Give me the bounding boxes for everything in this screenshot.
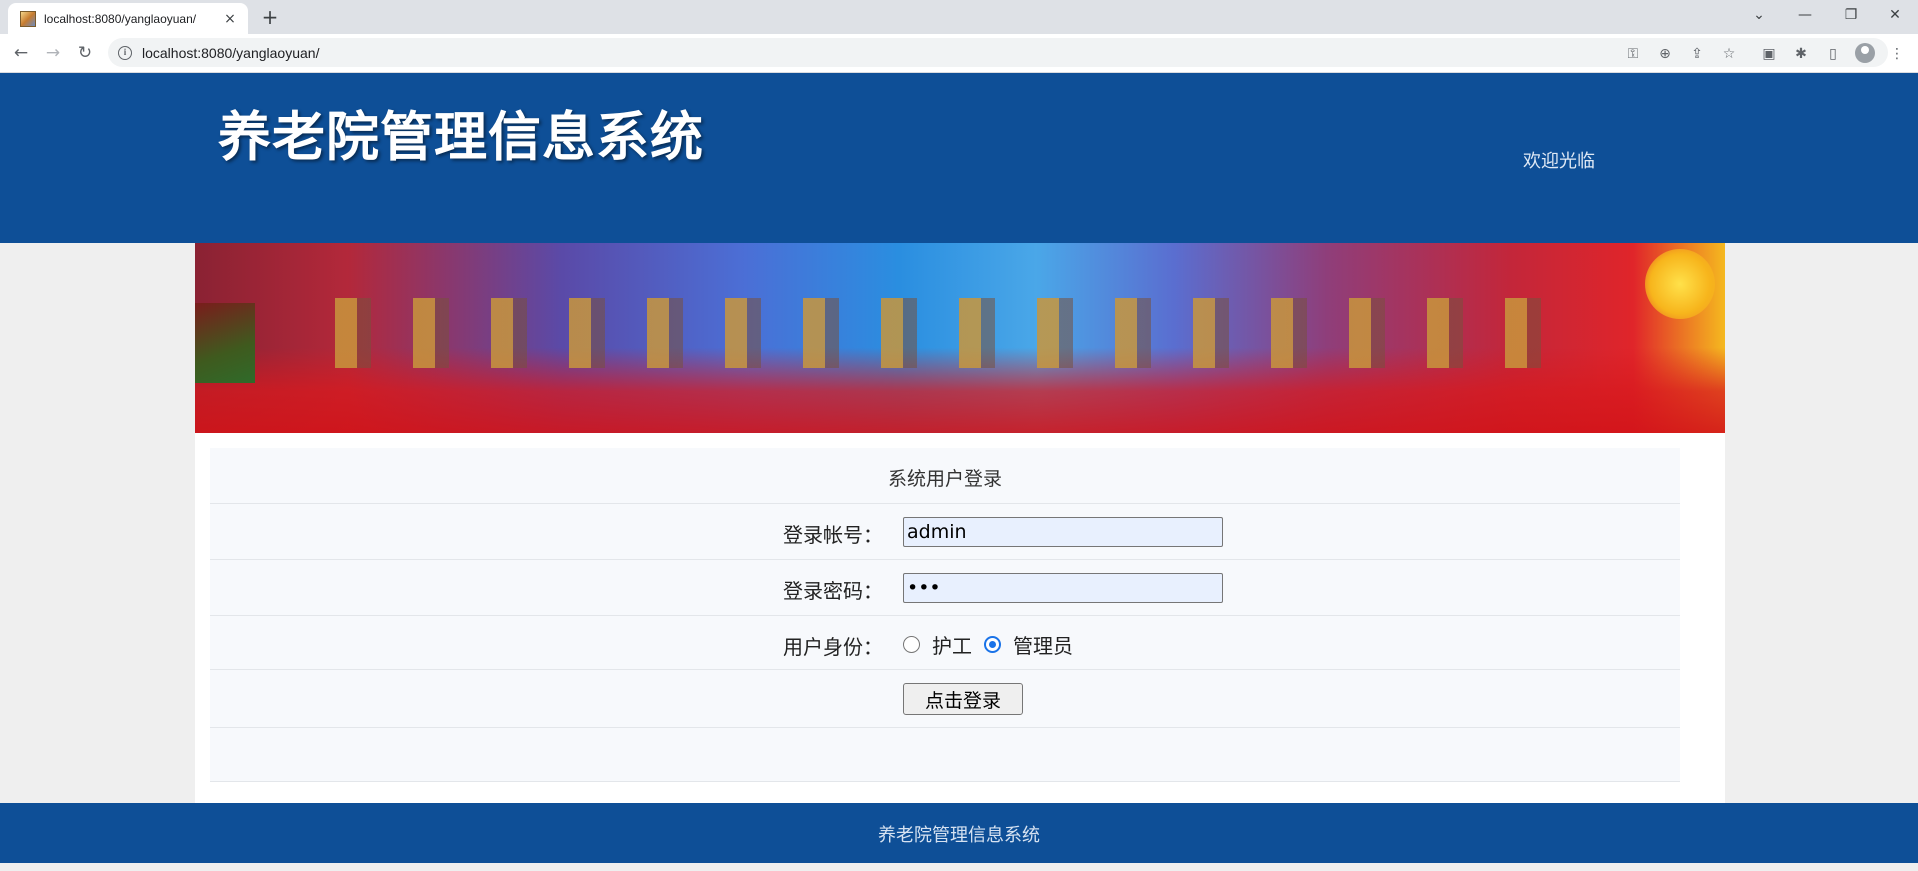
profile-avatar-icon[interactable] [1855,43,1875,63]
banner-buildings-decoration [335,298,1575,368]
back-icon[interactable]: ← [7,40,35,66]
role-label-nurse: 护工 [932,634,972,658]
password-label: 登录密码： [783,579,883,603]
account-label: 登录帐号： [783,523,883,547]
footer-text: 养老院管理信息系统 [878,825,1040,846]
role-row: 用户身份： 护工 管理员 [210,616,1680,670]
password-key-icon[interactable]: ⚿ [1623,44,1643,64]
reload-icon[interactable]: ↻ [71,40,99,66]
account-input[interactable] [903,517,1223,547]
login-title: 系统用户登录 [887,468,1002,490]
role-label-admin: 管理员 [1013,634,1073,658]
zoom-icon[interactable]: ⊕ [1655,44,1675,64]
forward-icon[interactable]: → [39,40,67,66]
extensions-puzzle-icon[interactable]: ✱ [1791,44,1811,64]
account-row: 登录帐号： [210,504,1680,560]
banner-flag-decoration [195,303,255,383]
close-tab-icon[interactable]: × [220,11,240,27]
role-radio-admin[interactable] [984,636,1001,653]
browser-toolbar: ← → ↻ i localhost:8080/yanglaoyuan/ ⚿ ⊕ … [0,34,1918,73]
extension-icon[interactable]: ▣ [1759,44,1779,64]
login-form: 系统用户登录 登录帐号： 登录密码： 用户身份： 护工 管理员 点击登录 [210,448,1680,782]
browser-tabstrip: localhost:8080/yanglaoyuan/ × + ⌄ — ❐ ✕ [0,0,1918,34]
site-info-icon[interactable]: i [118,45,132,60]
banner-image [195,243,1725,433]
restore-button[interactable]: ❐ [1828,0,1874,30]
main-content: 系统用户登录 登录帐号： 登录密码： 用户身份： 护工 管理员 点击登录 [195,243,1725,803]
submit-row: 点击登录 [210,670,1680,728]
role-label: 用户身份： [783,635,883,659]
login-button[interactable]: 点击登录 [903,683,1023,715]
password-input[interactable] [903,573,1223,603]
new-tab-button[interactable]: + [258,5,282,29]
tab-title: localhost:8080/yanglaoyuan/ [44,11,197,26]
close-window-button[interactable]: ✕ [1872,0,1918,30]
favicon-icon [20,10,36,27]
address-bar[interactable]: i localhost:8080/yanglaoyuan/ [108,38,1888,67]
tab-search-icon[interactable]: ⌄ [1736,0,1782,30]
password-row: 登录密码： [210,560,1680,616]
bookmark-star-icon[interactable]: ☆ [1719,44,1739,64]
url-text[interactable]: localhost:8080/yanglaoyuan/ [142,45,319,61]
login-title-row: 系统用户登录 [210,448,1680,504]
minimize-button[interactable]: — [1782,0,1828,30]
side-panel-icon[interactable]: ▯ [1823,44,1843,64]
role-radio-group: 护工 管理员 [903,630,1085,659]
empty-row [210,728,1680,782]
role-radio-nurse[interactable] [903,636,920,653]
site-header: 养老院管理信息系统 欢迎光临 [0,73,1918,243]
banner-sun-decoration [1645,249,1715,319]
site-footer: 养老院管理信息系统 [0,803,1918,863]
browser-menu-icon[interactable]: ⋮ [1887,44,1907,64]
browser-tab[interactable]: localhost:8080/yanglaoyuan/ × [8,3,248,34]
site-title: 养老院管理信息系统 [218,107,704,168]
welcome-text: 欢迎光临 [1523,151,1595,172]
share-icon[interactable]: ⇪ [1687,44,1707,64]
